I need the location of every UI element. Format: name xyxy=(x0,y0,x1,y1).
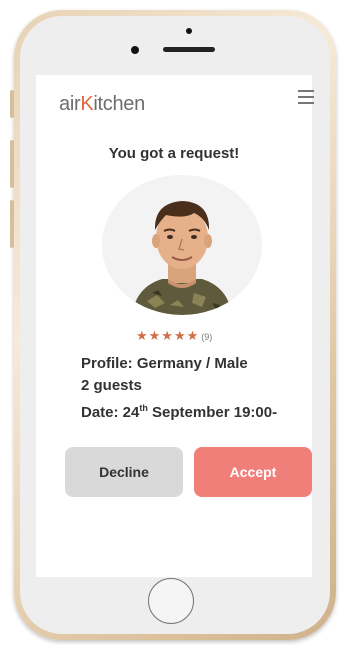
home-button[interactable] xyxy=(148,578,194,624)
volume-down-button xyxy=(10,200,14,248)
logo-prefix: air xyxy=(59,93,81,115)
front-camera xyxy=(131,46,139,54)
guest-photo xyxy=(102,175,262,315)
logo-suffix: itchen xyxy=(93,93,145,115)
logo-k: K xyxy=(80,93,94,115)
app-logo: airKitchen xyxy=(59,93,145,116)
date-suffix: September 19:00- xyxy=(147,404,278,421)
accept-button[interactable]: Accept xyxy=(194,447,312,497)
request-details: Profile: Germany / Male 2 guests Date: 2… xyxy=(81,353,277,424)
star-rating-icon: ★★★★★ xyxy=(136,328,200,343)
profile-line: Profile: Germany / Male xyxy=(81,355,248,372)
proximity-sensor xyxy=(186,28,192,34)
mute-switch xyxy=(10,90,14,118)
guest-avatar xyxy=(102,175,262,315)
rating: ★★★★★ (9) xyxy=(136,328,212,344)
earpiece-speaker xyxy=(163,47,215,52)
guests-line: 2 guests xyxy=(81,377,142,394)
date-prefix: Date: 24 xyxy=(81,404,140,421)
request-title: You got a request! xyxy=(108,145,240,162)
hamburger-menu-icon[interactable] xyxy=(298,90,314,104)
review-count: (9) xyxy=(201,332,213,342)
app-screen: airKitchen You got a request! ★★★★★ (9) P… xyxy=(36,75,314,577)
decline-button[interactable]: Decline xyxy=(65,447,183,497)
date-ordinal: th xyxy=(139,403,148,413)
volume-up-button xyxy=(10,140,14,188)
date-line: Date: 24th September 19:00- xyxy=(81,397,277,424)
